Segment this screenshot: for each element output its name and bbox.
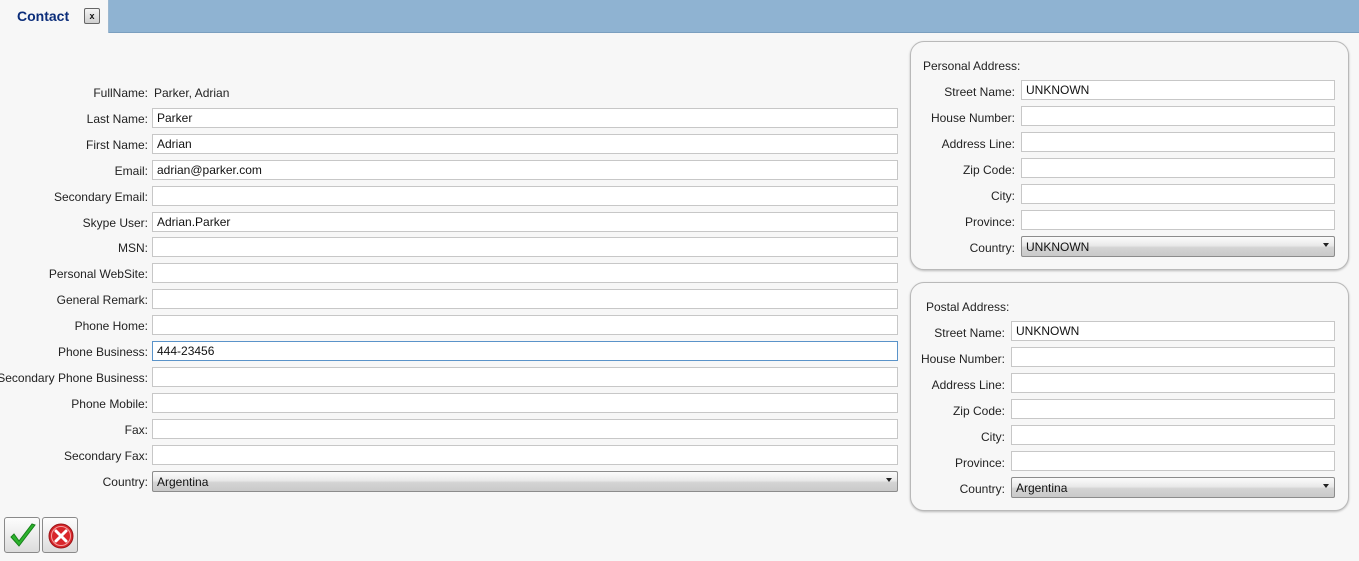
phone-home-input[interactable]: [152, 315, 898, 335]
cancel-icon: [48, 523, 74, 549]
remark-input[interactable]: [152, 289, 898, 309]
personal-country-value: UNKNOWN: [1026, 240, 1090, 254]
skype-input[interactable]: [152, 212, 898, 232]
secondary-fax-label: Secondary Fax:: [63, 449, 148, 463]
personal-province-label: Province:: [964, 215, 1015, 229]
tab-contact[interactable]: Contact x: [0, 0, 109, 33]
postal-address-line-label: Address Line:: [931, 378, 1005, 392]
tab-title: Contact: [17, 8, 70, 24]
personal-house-label: House Number:: [930, 111, 1015, 125]
fullname-label: FullName:: [93, 86, 148, 100]
personal-country-select[interactable]: UNKNOWN: [1021, 236, 1335, 257]
personal-street-input[interactable]: [1021, 80, 1335, 100]
lastname-input[interactable]: [152, 108, 898, 128]
phone-business-input[interactable]: [152, 341, 898, 361]
remark-label: General Remark:: [56, 293, 148, 307]
postal-province-label: Province:: [954, 456, 1005, 470]
chevron-down-icon: [886, 478, 892, 482]
checkmark-icon: [10, 523, 36, 547]
phone-business-label: Phone Business:: [57, 345, 148, 359]
website-label: Personal WebSite:: [48, 267, 148, 281]
postal-zip-label: Zip Code:: [952, 404, 1005, 418]
tab-close-button[interactable]: x: [84, 8, 100, 24]
firstname-label: First Name:: [85, 138, 148, 152]
website-input[interactable]: [152, 263, 898, 283]
personal-address-group: Personal Address: Street Name: House Num…: [910, 41, 1349, 270]
personal-address-title: Personal Address:: [923, 59, 1021, 73]
personal-address-line-input[interactable]: [1021, 132, 1335, 152]
secondary-fax-input[interactable]: [152, 445, 898, 465]
postal-street-input[interactable]: [1011, 321, 1335, 341]
confirm-button[interactable]: [4, 517, 40, 553]
fax-label: Fax:: [124, 423, 148, 437]
postal-city-label: City:: [981, 430, 1005, 444]
phone-home-label: Phone Home:: [74, 319, 148, 333]
personal-street-label: Street Name:: [944, 85, 1015, 99]
tab-bar: Contact x: [0, 0, 1359, 33]
msn-label: MSN:: [118, 241, 148, 255]
postal-house-label: House Number:: [920, 352, 1005, 366]
msn-input[interactable]: [152, 237, 898, 257]
personal-address-line-label: Address Line:: [941, 137, 1015, 151]
fullname-value: Parker, Adrian: [154, 86, 230, 100]
postal-city-input[interactable]: [1011, 425, 1335, 445]
personal-zip-input[interactable]: [1021, 158, 1335, 178]
personal-province-input[interactable]: [1021, 210, 1335, 230]
email-label: Email:: [114, 164, 148, 178]
chevron-down-icon: [1323, 484, 1329, 488]
skype-label: Skype User:: [82, 216, 148, 230]
phone-mobile-label: Phone Mobile:: [71, 397, 148, 411]
secondary-email-input[interactable]: [152, 186, 898, 206]
cancel-button[interactable]: [42, 517, 78, 553]
secondary-phone-business-label: Secondary Phone Business:: [0, 371, 148, 385]
country-select[interactable]: Argentina: [152, 471, 898, 492]
personal-city-label: City:: [991, 189, 1015, 203]
secondary-phone-business-input[interactable]: [152, 367, 898, 387]
postal-house-input[interactable]: [1011, 347, 1335, 367]
country-label: Country:: [102, 475, 148, 489]
postal-address-title: Postal Address:: [926, 300, 1010, 314]
personal-country-label: Country:: [969, 241, 1015, 255]
personal-zip-label: Zip Code:: [962, 163, 1015, 177]
email-input[interactable]: [152, 160, 898, 180]
phone-mobile-input[interactable]: [152, 393, 898, 413]
secondary-email-label: Secondary Email:: [53, 190, 148, 204]
postal-country-label: Country:: [959, 482, 1005, 496]
country-select-value: Argentina: [157, 475, 209, 489]
postal-address-line-input[interactable]: [1011, 373, 1335, 393]
personal-house-input[interactable]: [1021, 106, 1335, 126]
firstname-input[interactable]: [152, 134, 898, 154]
postal-province-input[interactable]: [1011, 451, 1335, 471]
personal-city-input[interactable]: [1021, 184, 1335, 204]
postal-zip-input[interactable]: [1011, 399, 1335, 419]
fax-input[interactable]: [152, 419, 898, 439]
postal-street-label: Street Name:: [934, 326, 1005, 340]
postal-address-group: Postal Address: Street Name: House Numbe…: [910, 282, 1349, 511]
chevron-down-icon: [1323, 243, 1329, 247]
postal-country-value: Argentina: [1016, 481, 1068, 495]
lastname-label: Last Name:: [86, 112, 148, 126]
postal-country-select[interactable]: Argentina: [1011, 477, 1335, 498]
